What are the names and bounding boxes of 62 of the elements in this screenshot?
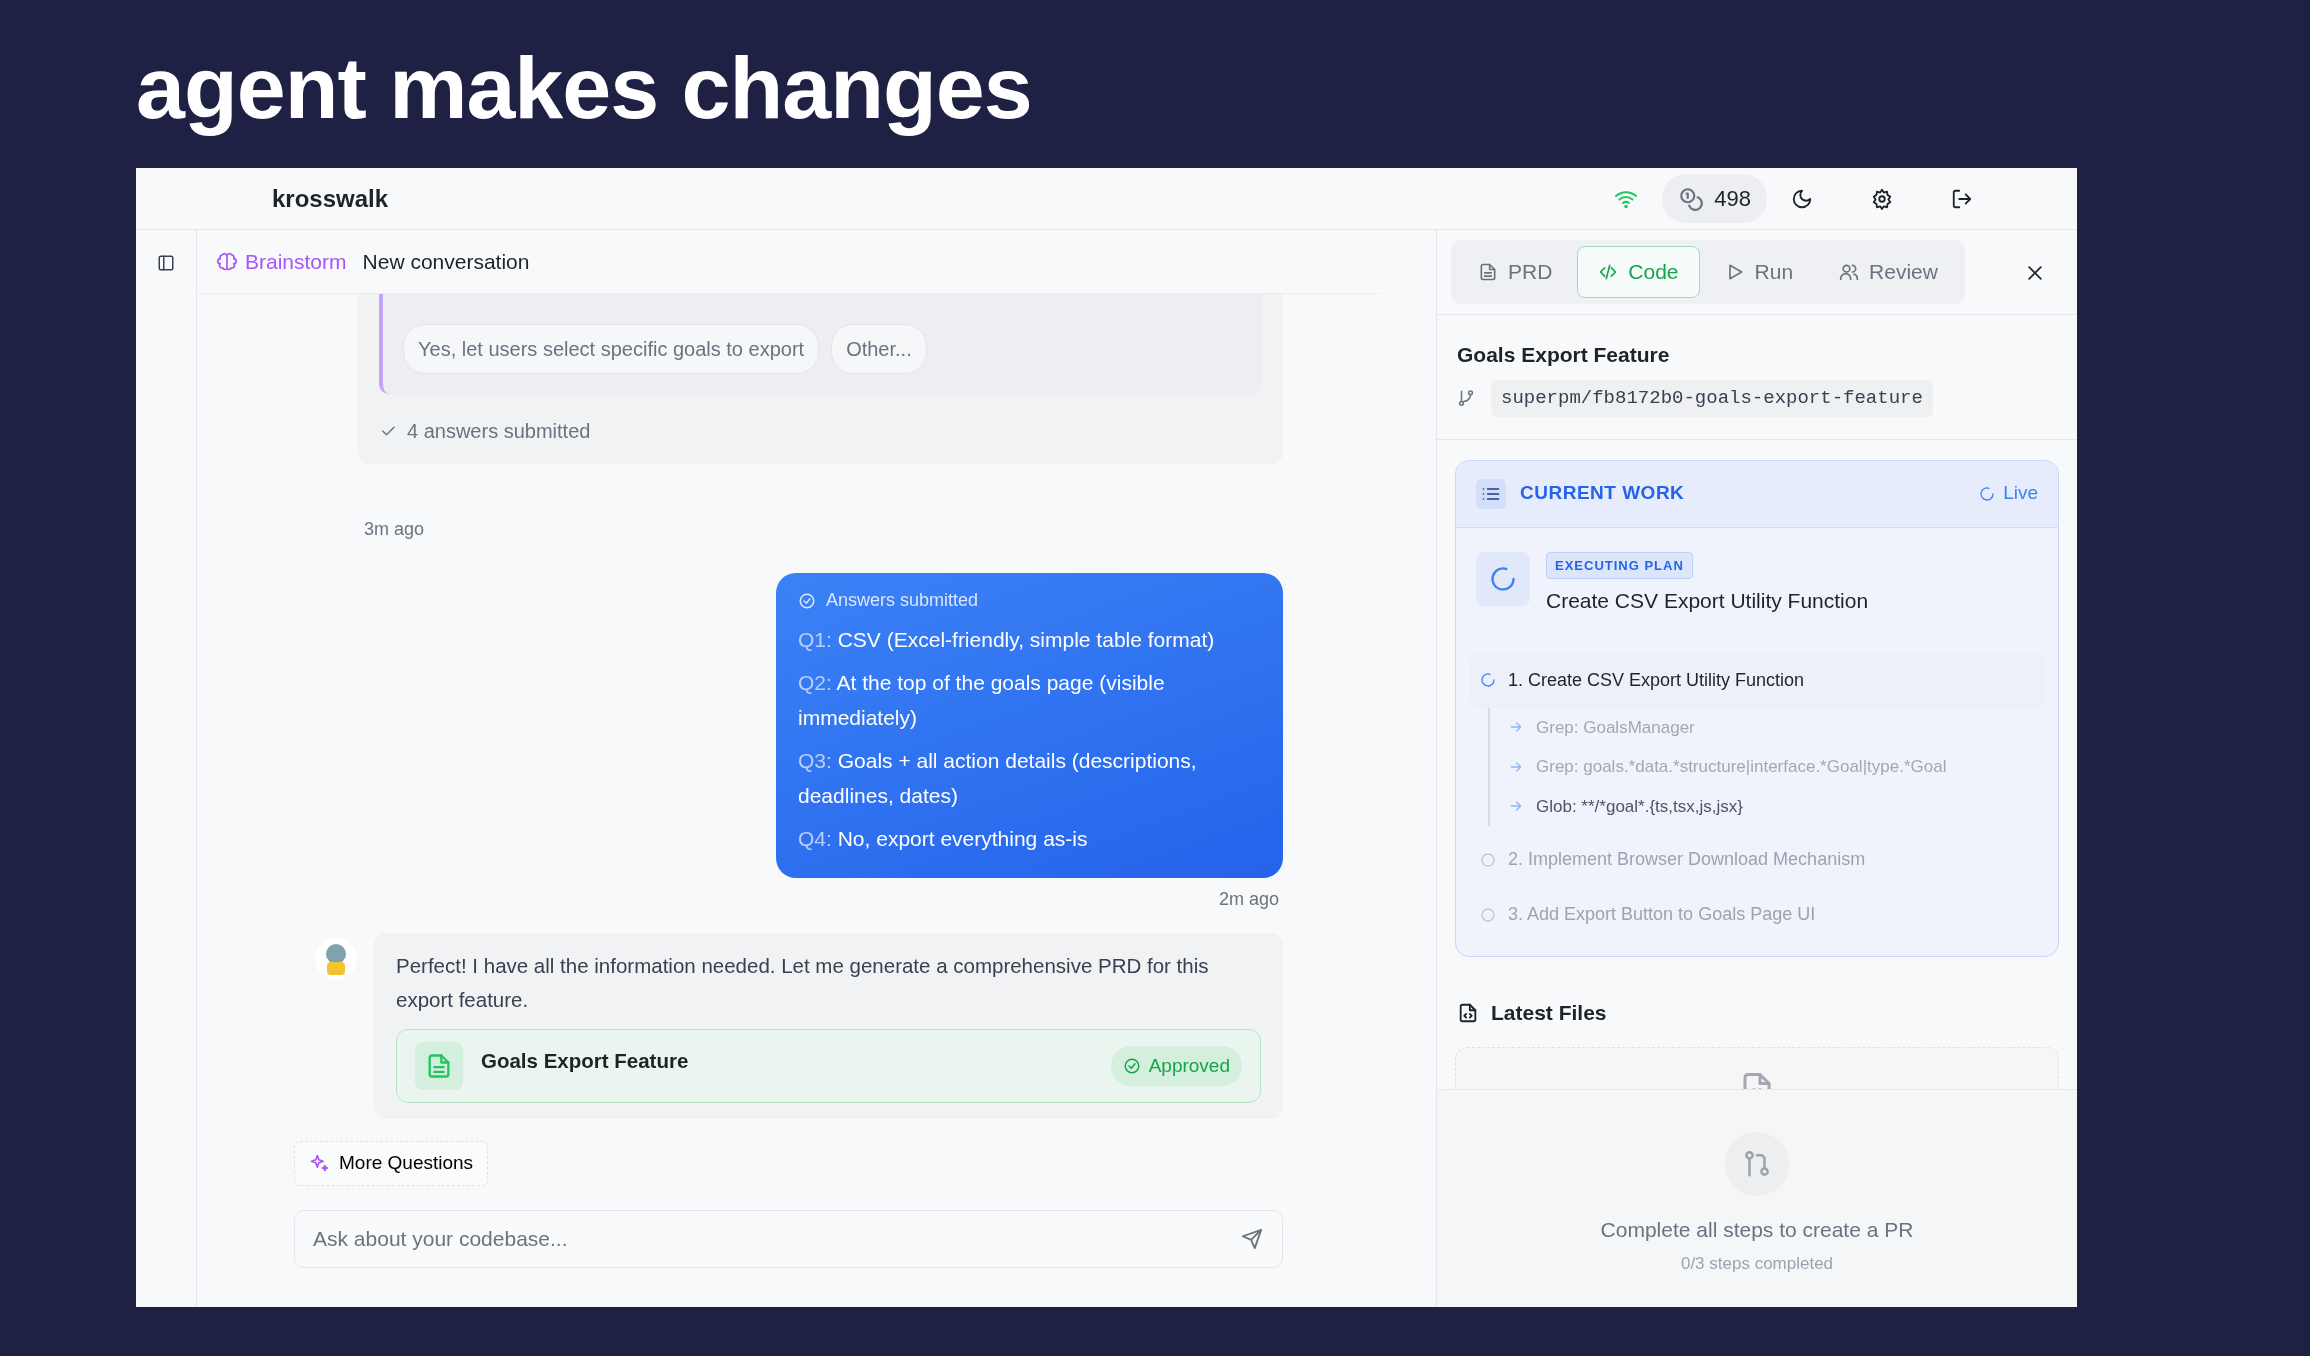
settings-icon (1871, 187, 1893, 210)
coins-icon (1678, 185, 1705, 212)
spinner-icon (1480, 672, 1496, 688)
slide-title: agent makes changes (135, 37, 1033, 139)
tool-call: Glob: **/*goal*.{ts,tsx,js,jsx} (1536, 795, 1743, 818)
feature-title: Goals Export Feature (1457, 341, 1671, 368)
answer-line: Q4: No, export everything as-is (798, 826, 1089, 852)
more-questions-button[interactable]: More Questions (294, 1141, 489, 1186)
spinner-icon (1979, 485, 1996, 502)
assistant-message: Perfect! I have all the information needed. Let me generate a comprehensive PRD for this export feature. (396, 953, 1210, 1013)
document-title: Goals Export Feature (481, 1048, 689, 1074)
logout-icon (1951, 187, 1973, 210)
plan-step[interactable]: 1. Create CSV Export Utility Function (1470, 652, 2044, 708)
answer-line: Q2: At the top of the goals page (visible immediately) (798, 670, 1166, 731)
progress-text: 0/3 steps completed (1680, 1253, 1834, 1275)
pull-request-icon (1742, 1148, 1772, 1179)
approved-badge: Approved (1110, 1046, 1242, 1086)
send-button[interactable] (1241, 1226, 1263, 1251)
check-circle-icon (798, 591, 816, 610)
document-icon (1478, 261, 1498, 282)
sparkle-icon (309, 1153, 329, 1174)
timestamp: 3m ago (364, 518, 426, 541)
brain-icon (217, 251, 237, 272)
plan-step[interactable]: 2. Implement Browser Download Mechanism (1470, 832, 2044, 887)
branch-name: superpm/fb8172b0-goals-export-feature (1491, 380, 1933, 417)
task-title: Create CSV Export Utility Function (1546, 588, 1869, 614)
avatar-icon (314, 937, 358, 981)
conversation-title: New conversation (362, 248, 530, 275)
live-label: Live (2003, 481, 2038, 506)
answer-line: Q1: CSV (Excel-friendly, simple table format) (798, 627, 1216, 653)
status-badge: EXECUTING PLAN (1546, 551, 1693, 579)
sidebar-toggle-icon (157, 254, 175, 272)
document-card[interactable]: Goals Export Feature Approved (396, 1029, 1261, 1103)
status-text: 4 answers submitted (407, 419, 591, 444)
credits-pill[interactable]: 498 (1662, 174, 1767, 223)
mode-label[interactable]: Brainstorm (245, 245, 347, 278)
card-heading: CURRENT WORK (1520, 481, 1685, 506)
panel-tab[interactable]: PRD (1457, 246, 1574, 298)
moon-icon (1791, 187, 1813, 210)
pr-message: Complete all steps to create a PR (1600, 1216, 1914, 1243)
plan-step[interactable]: 3. Add Export Button to Goals Page UI (1470, 887, 2044, 942)
send-icon (1241, 1228, 1263, 1251)
section-heading: Latest Files (1491, 1000, 1607, 1026)
message-input[interactable]: Ask about your codebase... (294, 1209, 1283, 1268)
branch-icon (1457, 389, 1475, 408)
tool-call: Grep: goals.*data.*structure|interface.*Goal|type.*Goal (1536, 756, 1947, 778)
app-brand[interactable]: krosswalk (272, 180, 389, 217)
answer-option[interactable]: Other... (831, 324, 927, 374)
answer-line: Q3: Goals + all action details (descriptions, deadlines, dates) (798, 748, 1198, 809)
panel-tab[interactable]: Review (1818, 246, 1959, 298)
check-circle-icon (1122, 1057, 1141, 1075)
tool-call: Grep: GoalsManager (1536, 716, 1695, 739)
list-icon (1476, 478, 1506, 509)
answer-option[interactable]: Yes, let users select specific goals to export (403, 324, 820, 374)
timestamp: 2m ago (1218, 889, 1279, 909)
message-heading: Answers submitted (826, 589, 979, 612)
circle-icon (1480, 851, 1496, 868)
file-code-icon (1457, 1001, 1479, 1024)
circle-icon (1480, 906, 1496, 923)
panel-tab[interactable]: Code (1577, 246, 1700, 298)
spinner-icon (1489, 564, 1517, 593)
panel-tab[interactable]: Run (1703, 246, 1815, 298)
